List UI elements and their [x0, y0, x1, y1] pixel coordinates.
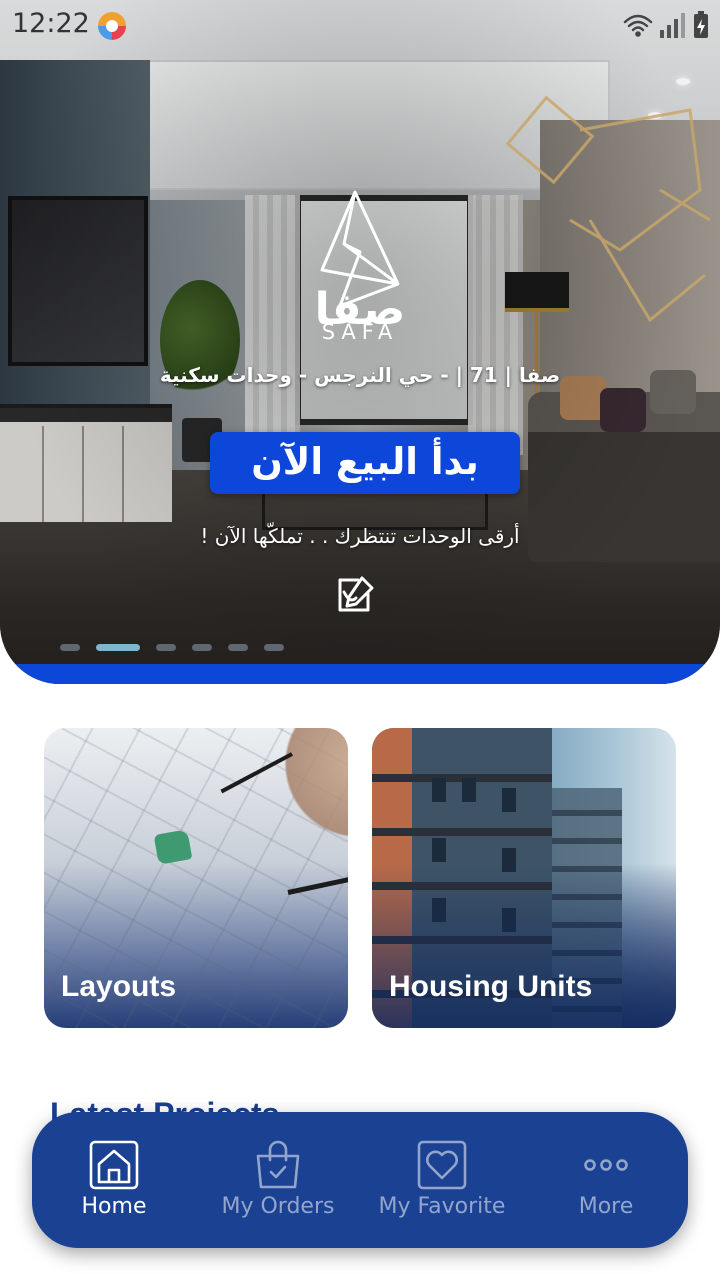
- hero-banner[interactable]: صفا SAFA صفا | 71 | - حي النرجس - وحدات …: [0, 0, 720, 684]
- status-icons: [623, 11, 708, 38]
- home-icon: [89, 1140, 139, 1190]
- nav-item-my-favorite[interactable]: My Favorite: [360, 1112, 524, 1248]
- bottom-navigation: Home My Orders My Favorite More: [32, 1112, 688, 1248]
- nav-label-my-orders: My Orders: [221, 1194, 335, 1219]
- carousel-dot[interactable]: [156, 644, 176, 651]
- signature-icon[interactable]: [334, 572, 378, 616]
- heart-icon: [417, 1140, 467, 1190]
- carousel-dot-active[interactable]: [96, 644, 140, 651]
- carousel-dot[interactable]: [228, 644, 248, 651]
- hero-subtitle: صفا | 71 | - حي النرجس - وحدات سكنية: [159, 363, 561, 387]
- layouts-card-image: [287, 868, 348, 895]
- nav-label-my-favorite: My Favorite: [378, 1194, 506, 1219]
- layouts-card-label: Layouts: [61, 970, 177, 1003]
- nav-item-my-orders[interactable]: My Orders: [196, 1112, 360, 1248]
- hero-accent-bar: [0, 664, 720, 684]
- housing-units-card[interactable]: Housing Units: [372, 728, 676, 1028]
- shopping-bag-icon: [256, 1140, 300, 1189]
- status-bar: 12:22: [0, 0, 720, 52]
- nav-label-more: More: [578, 1194, 634, 1219]
- hero-tagline: أرقى الوحدات تنتظرك . . تملكّها الآن !: [200, 524, 520, 548]
- nav-item-home[interactable]: Home: [32, 1112, 196, 1248]
- signal-icon: [660, 13, 685, 38]
- layouts-card-image: [153, 829, 193, 865]
- brand-name-latin: SAFA: [321, 320, 399, 344]
- carousel-dot[interactable]: [60, 644, 80, 651]
- nav-item-more[interactable]: More: [524, 1112, 688, 1248]
- layouts-card[interactable]: Layouts: [44, 728, 348, 1028]
- app-notification-icon: [98, 12, 126, 40]
- carousel-dot[interactable]: [264, 644, 284, 651]
- battery-icon: [694, 11, 708, 38]
- wifi-icon: [623, 14, 653, 37]
- carousel-dot[interactable]: [192, 644, 212, 651]
- layouts-card-image: [274, 728, 348, 848]
- housing-units-card-label: Housing Units: [389, 970, 593, 1003]
- status-time: 12:22: [12, 8, 90, 39]
- more-dots-icon: [584, 1159, 628, 1171]
- carousel-indicator: [60, 644, 284, 652]
- nav-label-home: Home: [81, 1194, 147, 1219]
- start-sale-button[interactable]: بدأ البيع الآن: [210, 432, 520, 494]
